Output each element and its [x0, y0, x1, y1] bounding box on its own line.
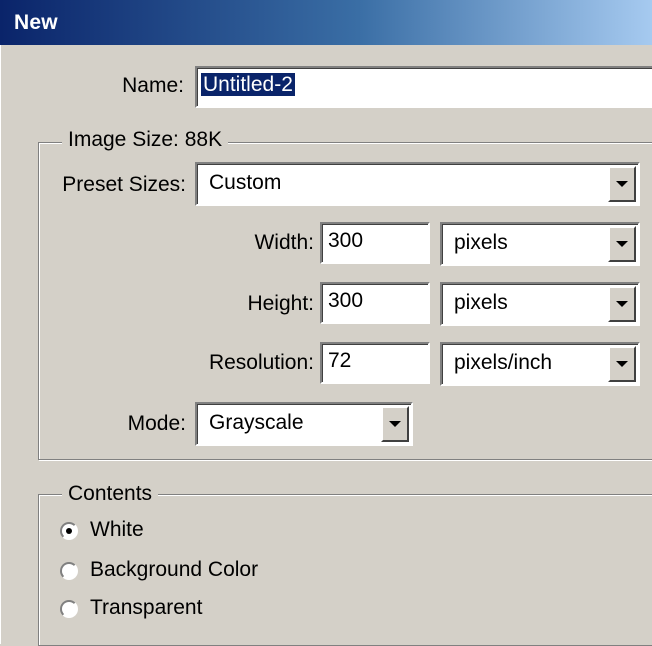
height-unit-select[interactable]: pixels [440, 282, 640, 326]
chevron-down-icon[interactable] [608, 166, 636, 202]
radio-background-color[interactable] [60, 562, 78, 580]
preset-sizes-label: Preset Sizes: [62, 173, 186, 196]
name-input[interactable]: Untitled-2 [195, 66, 652, 108]
chevron-down-icon[interactable] [608, 226, 636, 262]
height-input[interactable]: 300 [320, 282, 430, 324]
title-bar[interactable]: New [0, 0, 652, 45]
height-unit-value: pixels [454, 291, 508, 314]
radio-transparent[interactable] [60, 600, 78, 618]
name-value: Untitled-2 [201, 73, 295, 96]
resolution-unit-select[interactable]: pixels/inch [440, 342, 640, 386]
radio-white[interactable] [60, 522, 78, 540]
resolution-value: 72 [328, 349, 352, 372]
resolution-label: Resolution: [208, 351, 314, 374]
image-size-title: Image Size: 88K [62, 128, 229, 152]
chevron-down-icon[interactable] [608, 346, 636, 382]
width-value: 300 [328, 229, 364, 252]
preset-sizes-value: Custom [209, 171, 282, 194]
mode-label: Mode: [127, 412, 186, 435]
chevron-down-icon[interactable] [608, 286, 636, 322]
mode-select[interactable]: Grayscale [195, 402, 413, 446]
name-label: Name: [122, 74, 184, 97]
width-unit-select[interactable]: pixels [440, 222, 640, 266]
window-title: New [14, 11, 58, 34]
radio-selected-dot [66, 528, 72, 534]
width-input[interactable]: 300 [320, 222, 430, 264]
radio-background-color-label[interactable]: Background Color [90, 558, 258, 582]
chevron-down-icon[interactable] [381, 406, 409, 442]
height-label: Height: [247, 292, 314, 315]
mode-value: Grayscale [209, 411, 304, 434]
dialog-edge [0, 45, 15, 644]
resolution-unit-value: pixels/inch [454, 351, 553, 374]
width-unit-value: pixels [454, 231, 508, 254]
resolution-input[interactable]: 72 [320, 342, 430, 384]
width-label: Width: [254, 231, 314, 254]
preset-sizes-select[interactable]: Custom [195, 162, 640, 206]
radio-white-label[interactable]: White [90, 518, 144, 542]
contents-title: Contents [62, 482, 159, 506]
height-value: 300 [328, 289, 364, 312]
radio-transparent-label[interactable]: Transparent [90, 596, 202, 620]
